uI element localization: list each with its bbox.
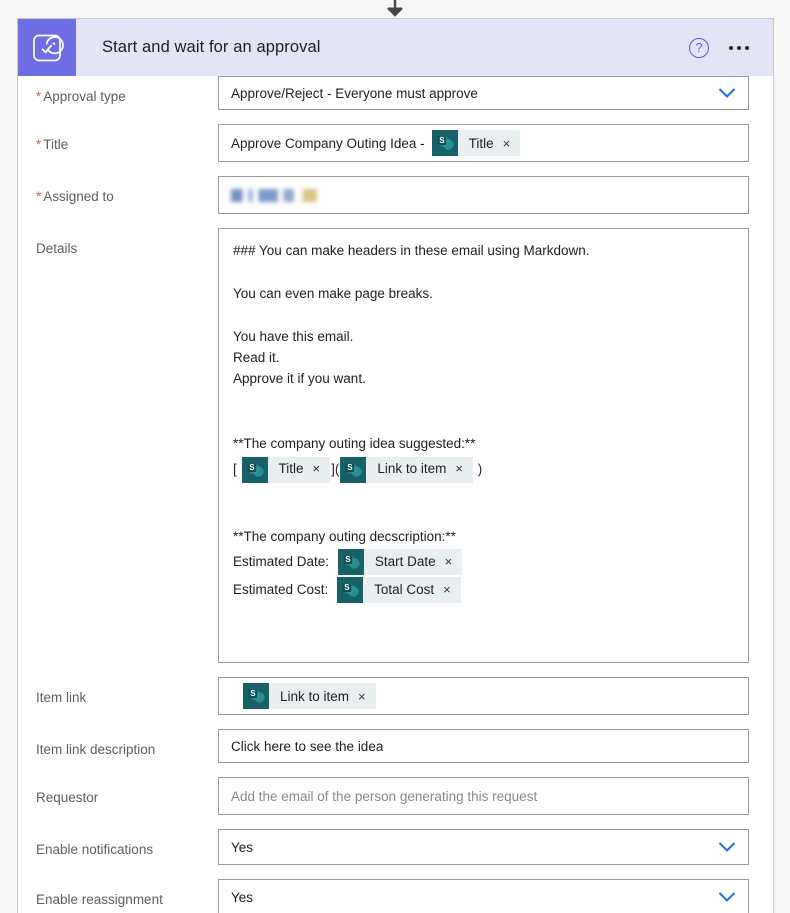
details-estimated-date-line: Estimated Date: S Start Date × (233, 549, 734, 576)
enable-reassignment-dropdown[interactable]: Yes (218, 879, 749, 913)
action-card: Start and wait for an approval ? * Approv… (17, 18, 774, 913)
svg-text:S: S (344, 583, 350, 592)
token-label: Title (278, 461, 304, 477)
item-link-input[interactable]: S Link to item × (218, 677, 749, 715)
close-icon[interactable]: × (445, 552, 463, 572)
token-chip-link-to-item[interactable]: S Link to item × (340, 456, 474, 483)
estimated-cost-label: Estimated Cost: (233, 582, 329, 598)
details-line-5: Approve it if you want. (233, 370, 366, 386)
close-icon[interactable]: × (503, 136, 521, 151)
row-enable-notifications: Enable notifications Yes (18, 829, 773, 865)
token-label: Link to item (377, 461, 447, 477)
row-title: * Title Approve Company Outing Idea - S … (18, 124, 773, 162)
label-enable-reassignment: Enable reassignment (36, 892, 163, 907)
sharepoint-icon: S (431, 130, 458, 156)
label-item-link-description: Item link description (36, 742, 156, 757)
token-chip-title[interactable]: S Title × (241, 456, 331, 483)
label-title: * Title (36, 137, 69, 152)
approval-type-dropdown[interactable]: Approve/Reject - Everyone must approve (218, 76, 749, 110)
details-line-2: You can even make page breaks. (233, 285, 433, 301)
details-estimated-cost-line: Estimated Cost: S Total Cost × (233, 577, 734, 604)
close-icon[interactable]: × (443, 580, 461, 600)
label-enable-notifications: Enable notifications (36, 842, 154, 857)
chevron-down-icon[interactable] (716, 836, 738, 858)
token-label: Title (468, 135, 494, 151)
requestor-input[interactable]: Add the email of the person generating t… (218, 777, 749, 815)
details-line-4: Read it. (233, 349, 280, 365)
row-assigned-to: * Assigned to (18, 176, 773, 214)
label-requestor: Requestor (36, 790, 99, 805)
required-asterisk: * (36, 189, 42, 204)
row-item-link: Item link S Link to item × (18, 677, 773, 715)
close-icon[interactable]: × (313, 459, 331, 479)
bracket-close: ) (477, 461, 483, 477)
svg-text:S: S (345, 555, 351, 564)
row-enable-reassignment: Enable reassignment Yes (18, 879, 773, 913)
title-input[interactable]: Approve Company Outing Idea - S Title × (218, 124, 749, 162)
label-approval-type: * Approval type (36, 89, 126, 104)
enable-notifications-value: Yes (231, 839, 254, 855)
header-actions: ? (689, 37, 773, 58)
token-chip-total-cost[interactable]: S Total Cost × (337, 577, 461, 604)
svg-text:S: S (348, 462, 354, 471)
approval-icon (18, 19, 76, 76)
svg-text:S: S (249, 462, 255, 471)
svg-text:S: S (439, 136, 445, 145)
svg-text:S: S (250, 689, 256, 698)
label-item-link: Item link (36, 690, 87, 705)
label-assigned-to: * Assigned to (36, 189, 114, 204)
title-static-text: Approve Company Outing Idea - (231, 135, 425, 151)
row-approval-type: * Approval type Approve/Reject - Everyone… (18, 76, 773, 110)
more-options-icon[interactable] (727, 40, 751, 56)
estimated-date-label: Estimated Date: (233, 554, 330, 570)
token-label: Link to item (280, 688, 350, 704)
chevron-down-icon[interactable] (716, 886, 738, 908)
token-label: Start Date (374, 553, 436, 569)
close-icon[interactable]: × (358, 689, 376, 704)
requestor-placeholder: Add the email of the person generating t… (231, 788, 538, 804)
approval-action-card-screen: Start and wait for an approval ? * Approv… (0, 0, 790, 913)
sharepoint-icon: S (243, 683, 269, 709)
row-details: Details ### You can make headers in thes… (18, 228, 773, 663)
details-line-7: **The company outing decscription:** (233, 528, 456, 544)
sharepoint-icon: S (337, 577, 364, 604)
token-chip-link-to-item[interactable]: S Link to item × (243, 683, 376, 709)
token-label: Total Cost (374, 581, 435, 597)
enable-notifications-dropdown[interactable]: Yes (218, 829, 749, 865)
required-asterisk: * (36, 137, 42, 152)
enable-reassignment-value: Yes (231, 889, 254, 905)
assigned-to-redacted-value (231, 188, 336, 202)
token-chip-title[interactable]: S Title × (431, 130, 521, 156)
bracket-open: [ (233, 461, 237, 477)
details-textarea[interactable]: ### You can make headers in these email … (218, 228, 749, 663)
flow-connector-arrow (0, 0, 790, 18)
help-circle-icon[interactable]: ? (689, 37, 709, 58)
item-link-description-value: Click here to see the idea (231, 738, 384, 754)
assigned-to-input[interactable] (218, 176, 749, 214)
item-link-description-input[interactable]: Click here to see the idea (218, 729, 749, 763)
label-details: Details (36, 241, 78, 256)
row-requestor: Requestor Add the email of the person ge… (18, 777, 773, 815)
close-icon[interactable]: × (455, 459, 473, 479)
sharepoint-icon: S (241, 456, 268, 483)
action-title: Start and wait for an approval (102, 38, 321, 56)
details-line-1: ### You can make headers in these email … (233, 243, 590, 258)
sharepoint-icon: S (337, 549, 364, 576)
details-line-3: You have this email. (233, 328, 354, 344)
arrow-down-icon (387, 0, 403, 17)
sharepoint-icon: S (340, 456, 367, 483)
details-markdown-link-line: [ S Title ×](S Link to item ×) (233, 456, 734, 483)
action-card-header[interactable]: Start and wait for an approval ? (18, 18, 773, 76)
row-item-link-description: Item link description Click here to see … (18, 729, 773, 763)
action-form: * Approval type Approve/Reject - Everyone… (18, 76, 773, 913)
approval-type-value: Approve/Reject - Everyone must approve (231, 85, 478, 101)
bracket-mid: ]( (331, 461, 340, 477)
token-chip-start-date[interactable]: S Start Date × (337, 549, 463, 576)
details-line-6: **The company outing idea suggested:** (233, 435, 476, 451)
required-asterisk: * (36, 89, 42, 104)
chevron-down-icon[interactable] (716, 82, 738, 104)
